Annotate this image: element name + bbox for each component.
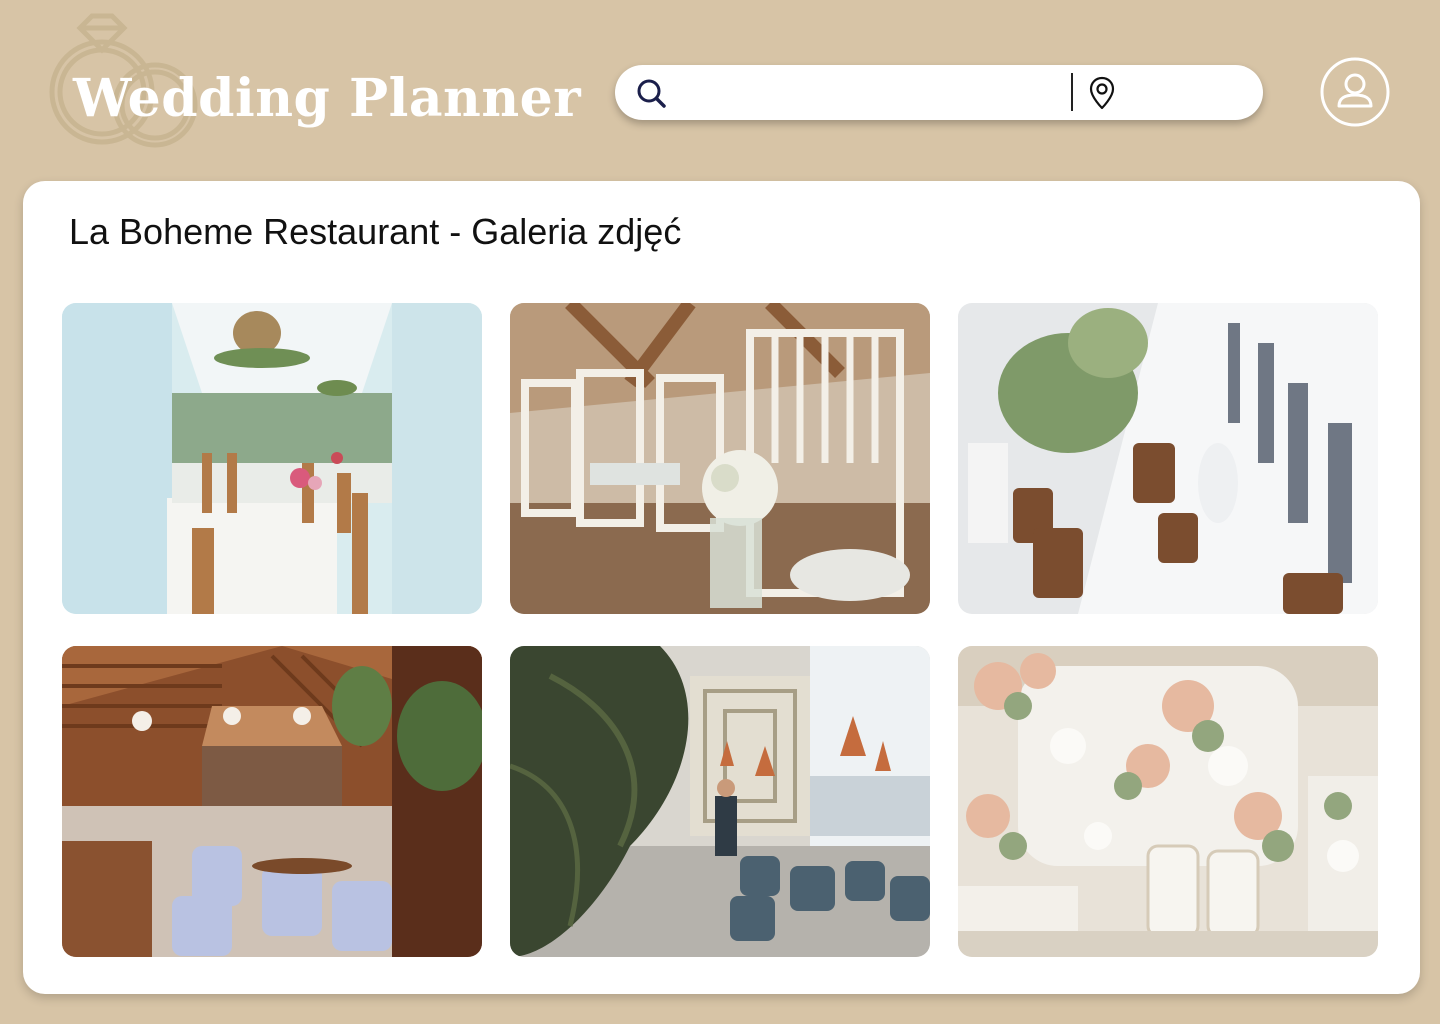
user-icon [1320,57,1390,127]
location-input[interactable] [1125,75,1249,112]
gallery-photo[interactable] [510,646,930,957]
search-divider [1071,73,1073,111]
photo-white-chairs [510,303,930,614]
gallery-card: La Boheme Restaurant - Galeria zdjęć [23,181,1420,994]
gallery-photo[interactable] [62,646,482,957]
location-pin-icon[interactable] [1088,76,1116,110]
search-bar [615,65,1263,120]
photo-long-table [958,303,1378,614]
photo-floral-stage [958,646,1378,957]
search-input[interactable] [677,75,1071,112]
search-icon[interactable] [635,77,667,109]
photo-modern-restaurant [510,646,930,957]
logo[interactable]: Wedding Planner [40,10,600,150]
gallery-photo[interactable] [958,303,1378,614]
user-profile-button[interactable] [1320,57,1390,127]
photo-tent-tables [62,303,482,614]
gallery-photo[interactable] [510,303,930,614]
gallery-photo[interactable] [958,646,1378,957]
photo-wooden-restaurant [62,646,482,957]
logo-text: Wedding Planner [73,68,582,129]
page-title: La Boheme Restaurant - Galeria zdjęć [69,211,682,252]
gallery-photo[interactable] [62,303,482,614]
